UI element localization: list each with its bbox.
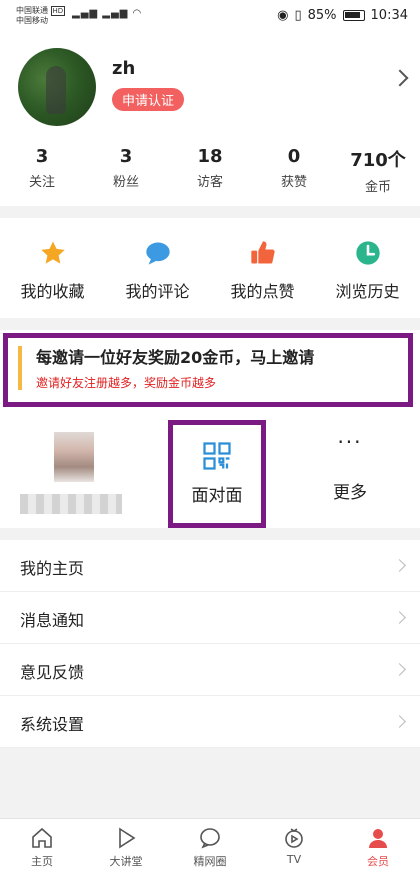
username: zh <box>112 58 136 79</box>
carrier-2: 中国移动 <box>16 16 48 25</box>
carrier-1-tag: HD <box>50 6 66 16</box>
vibrate-icon: ▯ <box>294 8 302 23</box>
menu-item-feedback[interactable]: 意见反馈 <box>0 644 420 696</box>
quick-label: 我的评论 <box>125 282 190 301</box>
stat-value: 3 <box>35 146 49 167</box>
menu-item-notifications[interactable]: 消息通知 <box>0 592 420 644</box>
face-to-face-button[interactable]: 面对面 <box>168 420 266 528</box>
menu-label: 意见反馈 <box>20 663 85 682</box>
quick-label: 我的点赞 <box>230 282 295 301</box>
battery-icon <box>342 10 365 21</box>
invite-title: 每邀请一位好友奖励20金币，马上邀请 <box>36 348 315 367</box>
blurred-name <box>20 494 122 514</box>
stat-label: 粉丝 <box>112 175 139 190</box>
menu-item-homepage[interactable]: 我的主页 <box>0 540 420 592</box>
stat-followers[interactable]: 3 粉丝 <box>84 146 168 195</box>
chevron-right-icon <box>393 663 406 676</box>
blurred-contact[interactable] <box>20 432 125 514</box>
settings-menu: 我的主页 消息通知 意见反馈 系统设置 <box>0 540 420 748</box>
menu-item-settings[interactable]: 系统设置 <box>0 696 420 748</box>
more-label: 更多 <box>333 483 367 503</box>
thumbs-up-icon <box>210 238 315 268</box>
avatar[interactable] <box>18 48 96 126</box>
invite-subtitle: 邀请好友注册越多，奖励金币越多 <box>36 376 217 390</box>
stat-label: 关注 <box>28 175 55 190</box>
home-icon <box>0 825 84 851</box>
stat-coins[interactable]: 710个 金币 <box>336 146 420 195</box>
chevron-right-icon <box>393 611 406 624</box>
tab-tv[interactable]: TV <box>252 819 336 871</box>
stat-value: 710个 <box>350 150 406 171</box>
stat-likes[interactable]: 0 获赞 <box>252 146 336 195</box>
eye-icon: ◉ <box>277 8 289 23</box>
tab-label: 主页 <box>31 855 53 868</box>
menu-label: 系统设置 <box>20 715 85 734</box>
quick-comments[interactable]: 我的评论 <box>105 218 210 318</box>
quick-label: 浏览历史 <box>335 282 400 301</box>
chevron-right-icon[interactable] <box>391 69 409 87</box>
battery-percent: 85% <box>307 8 337 23</box>
status-right: ◉ ▯ 85% 10:34 <box>277 8 408 23</box>
stat-label: 获赞 <box>280 175 307 190</box>
stat-label: 金币 <box>364 180 391 195</box>
tab-label: 大讲堂 <box>109 855 143 868</box>
menu-label: 消息通知 <box>20 611 85 630</box>
clock-time: 10:34 <box>370 8 408 23</box>
quick-label: 我的收藏 <box>20 282 85 301</box>
quick-actions: 我的收藏 我的评论 我的点赞 浏览历史 <box>0 218 420 318</box>
chevron-right-icon <box>393 715 406 728</box>
star-icon <box>0 238 105 268</box>
certify-button[interactable]: 申请认证 <box>112 88 185 111</box>
tab-label: TV <box>286 853 302 866</box>
share-options: 面对面 ··· 更多 <box>0 410 420 528</box>
blurred-avatar <box>54 432 94 482</box>
qr-code-icon <box>173 441 261 471</box>
tab-lecture[interactable]: 大讲堂 <box>84 819 168 871</box>
tv-icon <box>252 825 336 851</box>
stat-value: 3 <box>119 146 133 167</box>
tab-circle[interactable]: 精网圈 <box>168 819 252 871</box>
signal-icon: ▂▄▆ ▂▄▆ ◠ <box>72 8 143 19</box>
chat-bubble-icon <box>168 825 252 851</box>
user-icon <box>336 825 420 851</box>
stat-label: 访客 <box>196 175 223 190</box>
menu-label: 我的主页 <box>20 559 85 578</box>
chevron-right-icon <box>393 559 406 572</box>
carrier-1: 中国联通 <box>16 6 48 15</box>
stat-following[interactable]: 3 关注 <box>0 146 84 195</box>
profile-card[interactable]: zh 申请认证 3 关注 3 粉丝 18 访客 0 获赞 710个 金币 <box>0 34 420 206</box>
stats-row: 3 关注 3 粉丝 18 访客 0 获赞 710个 金币 <box>0 146 420 195</box>
comment-icon <box>105 238 210 268</box>
quick-likes[interactable]: 我的点赞 <box>210 218 315 318</box>
face-to-face-label: 面对面 <box>191 486 243 506</box>
ellipsis-icon: ··· <box>337 430 363 454</box>
stat-value: 18 <box>197 146 223 167</box>
stat-value: 0 <box>287 146 301 167</box>
bottom-tab-bar: 主页 大讲堂 精网圈 TV 会员 <box>0 818 420 871</box>
quick-history[interactable]: 浏览历史 <box>315 218 420 318</box>
quick-favorites[interactable]: 我的收藏 <box>0 218 105 318</box>
tab-home[interactable]: 主页 <box>0 819 84 871</box>
invite-accent-bar <box>18 346 22 390</box>
tab-member[interactable]: 会员 <box>336 819 420 871</box>
carrier-info: 中国联通 HD 中国移动 <box>16 6 66 26</box>
more-button[interactable]: ··· 更多 <box>300 432 400 503</box>
tab-label: 精网圈 <box>193 855 227 868</box>
clock-icon <box>315 238 420 268</box>
invite-banner[interactable]: 每邀请一位好友奖励20金币，马上邀请 邀请好友注册越多，奖励金币越多 <box>0 330 420 410</box>
play-icon <box>84 825 168 851</box>
status-bar: 中国联通 HD 中国移动 ▂▄▆ ▂▄▆ ◠ ◉ ▯ 85% 10:34 <box>0 0 420 34</box>
stat-visitors[interactable]: 18 访客 <box>168 146 252 195</box>
tab-label: 会员 <box>367 855 389 868</box>
